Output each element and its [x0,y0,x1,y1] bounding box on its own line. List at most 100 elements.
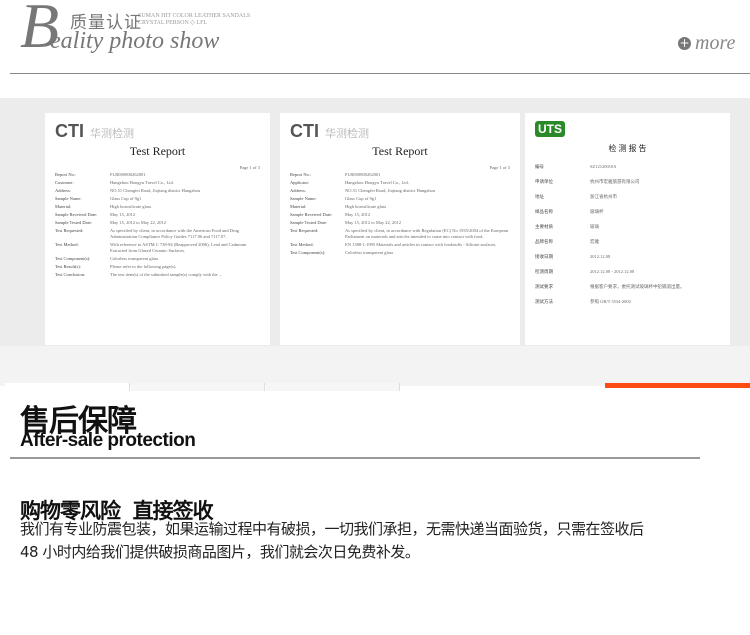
report-field: 品牌名称 宏雅 [535,239,720,245]
plus-circle-icon: + [678,36,691,50]
field-label: Test Component(s): [290,250,326,255]
field-label: Test Method: [55,242,79,247]
field-label: Address: [290,188,306,193]
report-field: Sample Tested Date: May 15, 2012 to May 2… [55,220,260,226]
field-value: Glass Cup of 9g1 [345,196,377,201]
field-label: Customer: [55,180,74,185]
after-sale-text: 我们有专业防震包装，如果运输过程中有破损，一切我们承担，无需快递当面验货，只需在… [20,520,644,538]
tab-placeholder [5,383,130,391]
field-value: High borosilicate glass [345,204,387,209]
field-label: 品牌名称 [535,239,553,244]
field-value: 杭州市宏雅旅游有限公司 [590,179,640,184]
field-value: As specified by client, in accordance wi… [110,228,239,239]
field-value: Glass Cup of 9g1 [110,196,142,201]
field-value: FLR0S0800262001 [345,172,381,177]
field-value: 根据客户要求，委托测试玻璃杯中铅镉溶出量。 [590,284,685,289]
field-label: Test Requested: [290,228,319,233]
uts-logo: UTS [535,121,565,137]
tab-placeholder [131,383,265,391]
field-value: Colorless transparent glass [110,256,159,261]
more-label: more [695,32,736,54]
report-field: 编号 SZ12120010A [535,164,720,170]
report-field: Address: NO.51 Chengfei Road, Jiujiang di… [55,188,260,194]
cti-logo: CTI 华测检测 [55,121,260,142]
field-value: 2012.12.08 - 2012.12.08 [590,269,635,274]
field-label: 主要材质 [535,224,553,229]
report-field: Material: High borosilicate glass [55,204,260,210]
report-field: 测试方法 参照 GB/T 3534-2002 [535,299,720,305]
page-number: Page 1 of 3 [489,165,510,170]
field-value: Hangzhou Hongyu Travel Co., Ltd. [110,180,174,185]
tagline-line: SUMAN HIT COLOR LEATHER SANDALS [138,13,251,19]
report-field: Test Requested: As specified by client, i… [55,228,260,240]
field-label: Address: [55,188,71,193]
field-value: May 15, 2012 to May 22, 2012 [345,220,401,225]
field-label: Test Method: [290,242,314,247]
logo-text: CTI [55,121,84,141]
field-value: NO.51 Chengfei Road, Jiujiang district H… [345,188,436,193]
field-value: 2012.12.08 [590,254,611,259]
report-field: Report No.: FLR0S0800262001 [55,172,260,178]
report-field: Customer: Hangzhou Hongyu Travel Co., Ltd… [55,180,260,186]
field-value: 浙江省杭州市 [590,194,617,199]
field-value: 玻璃杯 [590,209,604,214]
report-title: 检 测 报 告 [608,144,647,153]
report-field: Test Component(s): Colorless transparent … [290,250,510,256]
field-label: 样品名称 [535,209,553,214]
report-field: Test Result(s): Please refer to the follo… [55,264,260,270]
cti-logo: CTI 华测检测 [290,121,510,142]
field-label: 测试要求 [535,284,553,289]
logo-text: CTI [290,121,319,141]
report-field: Test Requested: As specified by client, i… [290,228,510,240]
after-sale-text: 48 小时内给我们提供破损商品图片，我们就会次日免费补发。 [20,543,420,561]
field-label: 地址 [535,194,544,199]
field-value: Hangzhou Hongyu Travel Co., Ltd. [345,180,409,185]
report-field: Test Method: EN 1388-1:1995 Materials and… [290,242,510,248]
field-label: Test Requested: [55,228,84,233]
field-value: The test item(s) of the submitted sample… [110,272,223,277]
field-label: Material: [55,204,72,209]
field-value: FLR0S0800262001 [110,172,146,177]
report-field: 检测周期 2012.12.08 - 2012.12.08 [535,269,720,275]
report-field: Sample Received Date: May 15, 2012 [55,212,260,218]
certificate-uts: UTS 检 测 报 告编号 SZ12120010A 申请单位 杭州市宏雅旅游有限公司 地址… [525,113,730,345]
field-label: 检测周期 [535,269,553,274]
field-label: Sample Tested Date: [290,220,328,225]
logo-cn: 华测检测 [90,128,134,140]
divider [10,73,750,74]
report-title: Test Report [129,144,186,158]
field-value: SZ12120010A [590,164,617,169]
gray-strip [0,346,750,386]
field-value: High borosilicate glass [110,204,152,209]
field-value: 玻璃 [590,224,599,229]
field-label: Report No.: [55,172,77,177]
accent-bar [605,383,750,388]
tab-placeholder [266,383,400,391]
report-field: Test Method: With reference to ASTM C 738… [55,242,260,254]
field-label: Sample Name: [290,196,317,201]
page-number: Page 1 of 3 [239,165,260,170]
more-link[interactable]: + more [678,32,735,55]
field-value: Please refer to the following page(s). [110,264,177,269]
field-label: Material: [290,204,307,209]
field-value: 参照 GB/T 3534-2002 [590,299,631,304]
divider [10,457,700,459]
certificate-cti-1: CTI 华测检测 Test Report Page 1 of 3 Report No.:… [45,113,270,345]
field-value: EN 1388-1:1995 Materials and articles in… [345,242,497,247]
after-sale-title-en: After-sale protection [20,430,196,451]
field-label: Test Conclusion: [55,272,86,277]
field-label: Sample Name: [55,196,82,201]
field-value: May 15, 2012 [110,212,136,217]
field-label: Sample Received Date: [290,212,333,217]
report-title: Test Report [372,144,428,158]
report-field: Applicant: Hangzhou Hongyu Travel Co., Lt… [290,180,510,186]
field-value: 宏雅 [590,239,599,244]
section-subtitle: eality photo show [50,28,220,54]
field-value: NO.51 Chengfei Road, Jiujiang district H… [110,188,201,193]
report-field: 地址 浙江省杭州市 [535,194,720,200]
report-field: Sample Tested Date: May 15, 2012 to May 2… [290,220,510,226]
field-label: Sample Tested Date: [55,220,93,225]
field-label: 测试方法 [535,299,553,304]
certificate-cti-2: CTI 华测检测 Test Report Page 1 of 3 Report No.:… [280,113,520,345]
field-value: May 15, 2012 to May 22, 2012 [110,220,166,225]
